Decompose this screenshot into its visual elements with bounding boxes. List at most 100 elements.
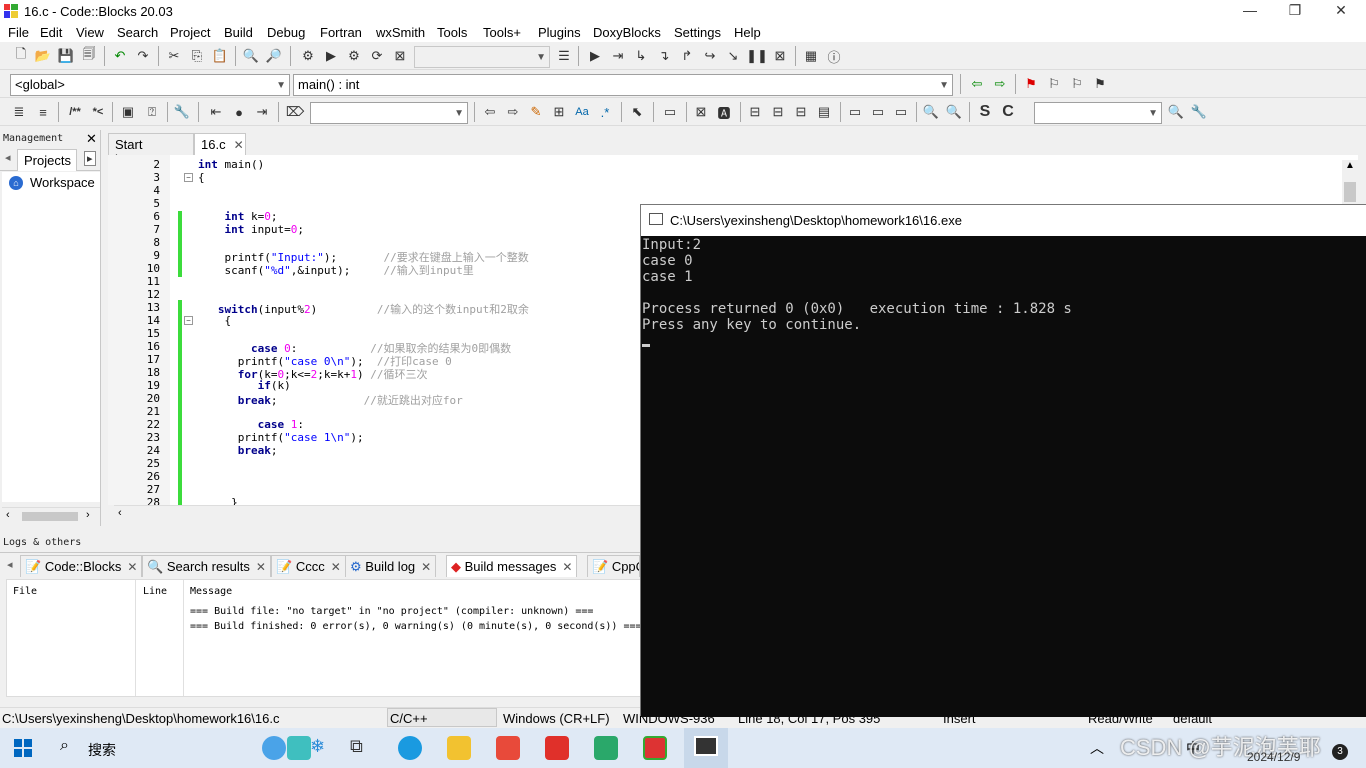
match-case-icon[interactable]: Aa [573,103,591,121]
jump-back-icon[interactable]: ⇦ [968,75,986,93]
code-line[interactable]: int main() [198,158,264,171]
symbol-combo[interactable]: ▼ [1034,102,1162,124]
tab-codeblocks-log[interactable]: 📝 Code::Blocks ✕ [20,555,143,577]
tab-start-here[interactable]: Start here✕ [108,133,194,167]
build-gear-icon[interactable]: ⚙ [299,47,317,65]
menu-view[interactable]: View [76,25,104,40]
prev-icon[interactable]: ⇤ [207,103,225,121]
code-line[interactable]: int k=0; [198,210,278,223]
tab-build-messages[interactable]: ◆ Build messages ✕ [446,555,578,577]
step-instruction-icon[interactable]: ↘ [724,47,742,65]
task-view-icon[interactable]: ⧉ [350,736,363,757]
fold-icon[interactable]: − [184,173,193,182]
stack-icon[interactable]: ≣ [10,103,28,121]
step-into-icon[interactable]: ↴ [655,47,673,65]
mail-icon[interactable]: ⊠ [692,103,710,121]
menu-wxsmith[interactable]: wxSmith [376,25,425,40]
code-line[interactable]: case 1: [198,418,304,431]
target-info-icon[interactable]: ☰ [555,47,573,65]
search-forward-icon[interactable]: ⇨ [504,103,522,121]
shape-3-icon[interactable]: ▭ [892,103,910,121]
find-icon[interactable]: 🔍 [242,47,260,65]
rebuild-icon[interactable]: ⟳ [368,47,386,65]
console-taskbar-button[interactable] [684,728,728,768]
scope-combo[interactable]: <global> ▼ [10,74,290,96]
close-tab-icon[interactable]: ✕ [331,560,341,574]
zoom-in-icon[interactable]: 🔍 [922,103,940,121]
zoom-out-icon[interactable]: 🔍 [945,103,963,121]
wps-icon[interactable] [545,736,569,760]
run-to-cursor-icon[interactable]: ⇥ [609,47,627,65]
next-instruction-icon[interactable]: ↪ [701,47,719,65]
doxy-help-icon[interactable]: ⍰ [143,103,161,121]
block-comment-icon[interactable]: /** [64,103,86,121]
file-explorer-icon[interactable] [447,736,471,760]
dot-icon[interactable]: ● [230,103,248,121]
run-icon[interactable]: ▶ [322,47,340,65]
build-message-row[interactable]: === Build finished: 0 error(s), 0 warnin… [190,621,642,632]
step-out-icon[interactable]: ↱ [678,47,696,65]
editor-hscrollbar[interactable]: ‹ [114,505,654,521]
info-icon[interactable]: ⓘ [825,47,843,65]
line-comment-icon[interactable]: *< [88,103,108,121]
search-back-icon[interactable]: ⇦ [481,103,499,121]
stack-alt-icon[interactable]: ≡ [34,103,52,121]
cut-icon[interactable]: ✂ [165,47,183,65]
tab-cppcheck[interactable]: 📝 CppC [587,555,640,577]
frame-icon[interactable]: ▭ [661,103,679,121]
save-all-icon[interactable]: 🗐 [80,46,98,65]
menu-build[interactable]: Build [224,25,253,40]
regex-icon[interactable]: .* [596,103,614,121]
luggage-icon[interactable] [287,736,311,760]
next-line-icon[interactable]: ↳ [632,47,650,65]
pause-icon[interactable]: ❚❚ [746,47,768,65]
edge-icon[interactable] [398,736,422,760]
menu-search[interactable]: Search [117,25,158,40]
minimize-icon[interactable]: — [1240,2,1260,18]
windows-start-icon[interactable] [14,739,32,757]
next-icon[interactable]: ⇥ [253,103,271,121]
tree-item-workspace[interactable]: Workspace [30,175,95,190]
editor-vscrollbar[interactable]: ▲ [1342,160,1358,210]
menu-file[interactable]: File [8,25,29,40]
tab-cccc[interactable]: 📝 Cccc ✕ [271,555,346,577]
undo-icon[interactable]: ↶ [111,47,129,65]
tray-chevron-icon[interactable]: ︿ [1090,738,1104,758]
code-line[interactable]: int input=0; [198,223,304,236]
layout-2-icon[interactable]: ⊟ [769,103,787,121]
abort-icon[interactable]: ⊠ [391,47,409,65]
jump-forward-icon[interactable]: ⇨ [991,75,1009,93]
menu-doxyblocks[interactable]: DoxyBlocks [593,25,661,40]
tab-build-log[interactable]: ⚙ Build log ✕ [345,555,437,577]
code-line[interactable]: scanf("%d",&input); //输入到input里 [198,262,473,278]
menu-help[interactable]: Help [734,25,761,40]
bookmark-clear-icon[interactable]: ⚑ [1091,75,1109,93]
doxywizard-icon[interactable]: ▣ [119,103,137,121]
menu-settings[interactable]: Settings [674,25,721,40]
close-tab-icon[interactable]: ✕ [234,138,244,152]
fold-icon[interactable]: − [184,316,193,325]
search-combo[interactable]: ▼ [310,102,468,124]
bookmark-prev-icon[interactable]: ⚐ [1045,75,1063,93]
tab-scroll-right-icon[interactable]: ▸ [84,151,96,166]
build-message-row[interactable]: === Build file: "no target" in "no proje… [190,606,593,617]
tag-icon[interactable]: ⌦ [286,103,304,121]
symbol-settings-icon[interactable]: 🔧 [1190,103,1208,121]
menu-debug[interactable]: Debug [267,25,305,40]
shape-2-icon[interactable]: ▭ [869,103,887,121]
notification-badge[interactable]: 3 [1332,744,1348,760]
tab-projects[interactable]: Projects [17,149,77,171]
code-line[interactable]: { [198,171,205,184]
console-window[interactable]: C:\Users\yexinsheng\Desktop\homework16\1… [640,204,1366,717]
code-line[interactable]: break; //就近跳出对应for [198,392,463,408]
menu-tools-plus[interactable]: Tools+ [483,25,521,40]
clock-date[interactable]: 2024/12/9 [1247,750,1300,764]
debug-start-icon[interactable]: ▶ [586,47,604,65]
layout-4-icon[interactable]: ▤ [815,103,833,121]
layout-3-icon[interactable]: ⊟ [792,103,810,121]
function-combo[interactable]: main() : int ▼ [293,74,953,96]
code-line[interactable]: break; [198,444,278,457]
highlight-icon[interactable]: ✎ [527,103,545,121]
c-icon[interactable]: C [999,103,1017,121]
symbol-search-icon[interactable]: 🔍 [1167,103,1185,121]
